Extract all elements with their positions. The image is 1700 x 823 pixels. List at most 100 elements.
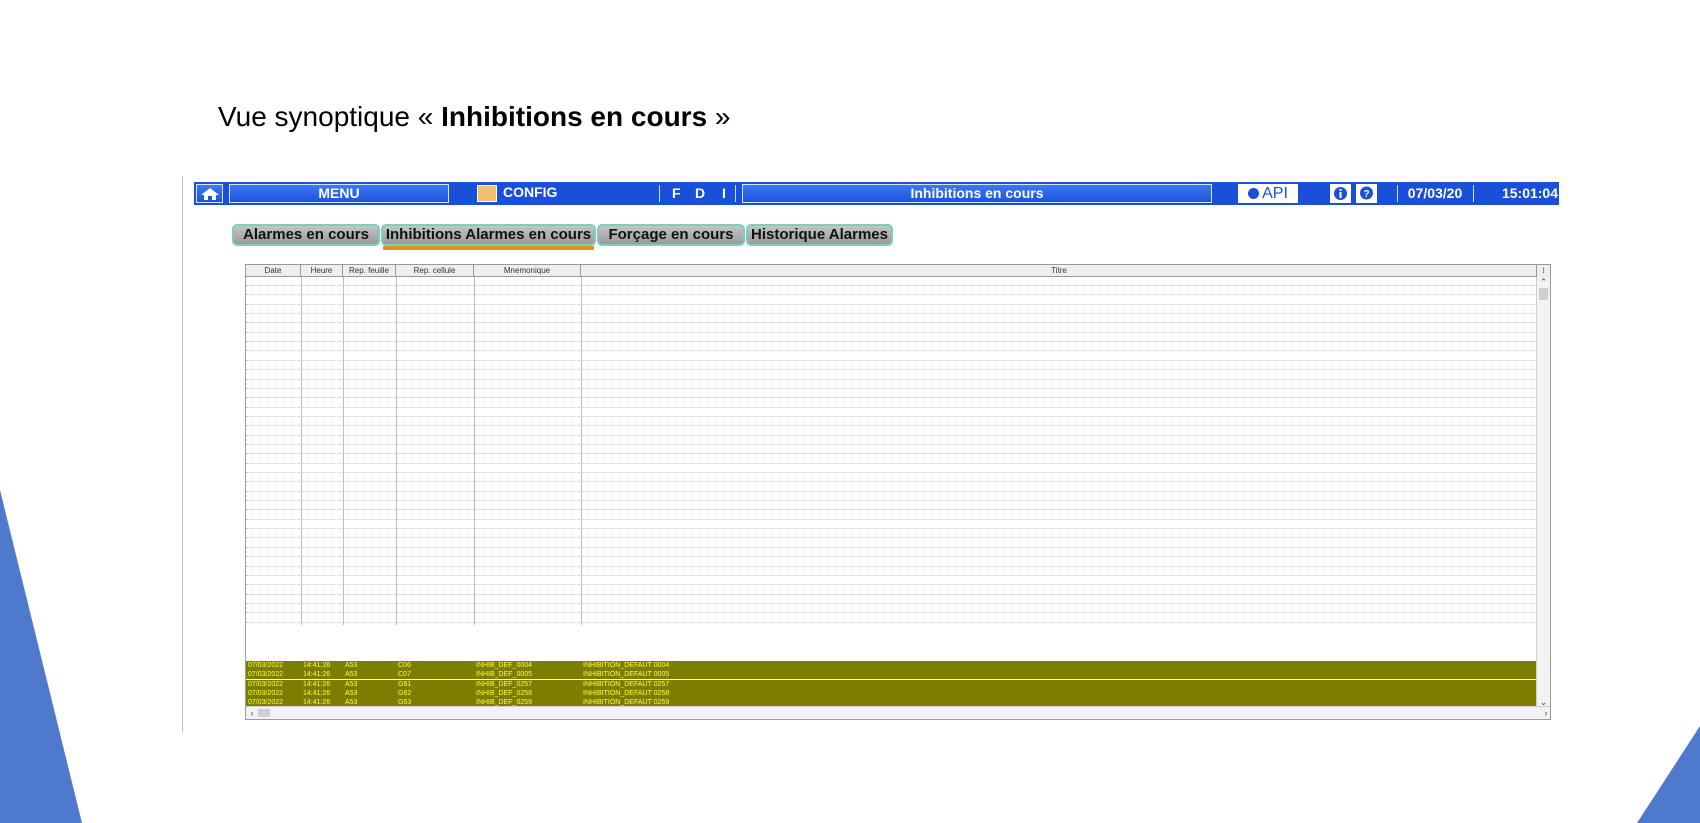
table-cell: 07/03/2022 [248, 662, 284, 669]
column-divider [396, 277, 397, 625]
empty-row [246, 483, 1538, 492]
fdi-f-button[interactable]: F [672, 184, 681, 203]
column-divider [343, 277, 344, 625]
empty-row [246, 511, 1538, 520]
current-date: 07/03/20 [1407, 185, 1463, 201]
home-button[interactable] [196, 184, 223, 203]
table-cell: 07/03/2022 [248, 680, 284, 688]
column-divider [474, 277, 475, 625]
table-cell: 14:41:26 [303, 671, 331, 679]
table-row[interactable]: 07/03/2022 14:41:26 A53 C07 INHIB_DEF_0005 IN… [246, 670, 1538, 680]
column-header[interactable]: Date [246, 265, 301, 276]
divider [182, 176, 183, 732]
title-suffix: » [707, 101, 731, 132]
fdi-i-button[interactable]: I [722, 184, 726, 203]
slide: Vue synoptique « Inhibitions en cours » … [0, 0, 1700, 823]
empty-row [246, 455, 1538, 464]
empty-row [246, 492, 1538, 502]
current-time: 15:01:04 [1501, 185, 1558, 201]
table-cell: INHIB_DEF_0005 [476, 671, 533, 679]
help-icon: ? [1360, 186, 1373, 200]
empty-row [246, 361, 1538, 371]
empty-row [246, 595, 1538, 604]
empty-row [246, 389, 1538, 399]
column-header[interactable]: Heure [301, 265, 343, 276]
tab-inhibitions-alarmes-en-cours[interactable]: Inhibitions Alarmes en cours [381, 224, 596, 246]
table-cell: G61 [398, 680, 412, 688]
scroll-up-icon[interactable]: ⌃ [1537, 277, 1550, 287]
empty-row [246, 548, 1538, 558]
table-cell: INHIBITION_DEFAUT 0005 [583, 671, 670, 679]
column-divider [301, 277, 302, 625]
column-header[interactable]: Mnemonique [474, 265, 581, 276]
empty-row [246, 408, 1538, 417]
empty-row [246, 417, 1538, 427]
table-cell: INHIBITION_DEFAUT 0258 [583, 690, 670, 698]
empty-row [246, 380, 1538, 389]
column-chooser-button[interactable]: ⁝ [1536, 265, 1550, 277]
table-cell: 07/03/2022 [248, 690, 284, 698]
empty-row [246, 324, 1538, 333]
api-status-button[interactable]: API [1238, 184, 1298, 203]
empty-row [246, 352, 1538, 361]
table-cell: A53 [345, 680, 358, 688]
empty-row [246, 567, 1538, 576]
table-cell: INHIB_DEF_0004 [476, 662, 533, 669]
empty-row [246, 427, 1538, 436]
separator [735, 185, 736, 202]
empty-row [246, 586, 1538, 595]
empty-row [246, 296, 1538, 305]
title-prefix: Vue synoptique « [218, 101, 442, 132]
empty-row [246, 529, 1538, 539]
table-row[interactable]: 07/03/2022 14:41:26 A53 G62 INHIB_DEF_0258 IN… [246, 689, 1538, 699]
empty-row [246, 501, 1538, 511]
tab-historique-alarmes[interactable]: Historique Alarmes [746, 224, 893, 246]
empty-row [246, 604, 1538, 614]
empty-row [246, 464, 1538, 473]
empty-row [246, 314, 1538, 324]
table-cell: A53 [345, 662, 358, 669]
empty-row [246, 436, 1538, 445]
column-header[interactable]: Rep. feuille [343, 265, 396, 276]
empty-row [246, 342, 1538, 352]
table-row[interactable]: 07/03/2022 14:41:26 A53 C06 INHIB_DEF_0004 IN… [246, 661, 1538, 670]
table-body: 07/03/2022 14:41:26 A53 C06 INHIB_DEF_0004 IN… [246, 277, 1538, 717]
scroll-left-icon[interactable]: ‹ [246, 707, 258, 719]
column-header[interactable]: Titre [581, 265, 1538, 276]
table-cell: A53 [345, 690, 358, 698]
column-header[interactable]: Rep. cellule [396, 265, 474, 276]
column-divider [581, 277, 582, 625]
title-bold: Inhibitions en cours [441, 101, 708, 132]
help-button[interactable]: ? [1356, 184, 1377, 203]
empty-row [246, 371, 1538, 380]
empty-row [246, 333, 1538, 343]
top-toolbar: MENU CONFIG F D I Inhibitions en cours A… [194, 182, 1559, 205]
table-cell: INHIBITION_DEFAUT 0257 [583, 680, 670, 688]
table-cell: 14:41:26 [303, 690, 331, 698]
active-tab-indicator [383, 246, 594, 250]
separator [1473, 185, 1474, 202]
tab-alarmes-en-cours[interactable]: Alarmes en cours [232, 224, 380, 246]
fdi-d-button[interactable]: D [695, 184, 705, 203]
table-cell: INHIBITION_DEFAUT 0004 [583, 662, 670, 669]
empty-row [246, 576, 1538, 586]
horizontal-scroll-thumb[interactable] [258, 709, 270, 717]
screen-title: Inhibitions en cours [742, 184, 1212, 203]
table-cell: G62 [398, 690, 412, 698]
svg-text:?: ? [1363, 189, 1369, 200]
api-label: API [1262, 185, 1288, 202]
empty-row [246, 539, 1538, 548]
table-row[interactable]: 07/03/2022 14:41:26 A53 G61 INHIB_DEF_0257 IN… [246, 679, 1538, 689]
info-button[interactable] [1330, 184, 1351, 203]
separator [659, 185, 660, 202]
menu-button[interactable]: MENU [229, 184, 449, 203]
vertical-scrollbar[interactable]: ⌃ ⌄ [1536, 277, 1550, 707]
vertical-scroll-thumb[interactable] [1539, 288, 1548, 300]
empty-row [246, 286, 1538, 296]
horizontal-scrollbar[interactable]: ‹ › [246, 706, 1550, 719]
scroll-right-icon[interactable]: › [1540, 707, 1550, 719]
table-cell: 14:41:26 [303, 680, 331, 688]
tab-forcage-en-cours[interactable]: Forçage en cours [597, 224, 745, 246]
empty-row [246, 473, 1538, 483]
info-icon [1334, 187, 1347, 200]
